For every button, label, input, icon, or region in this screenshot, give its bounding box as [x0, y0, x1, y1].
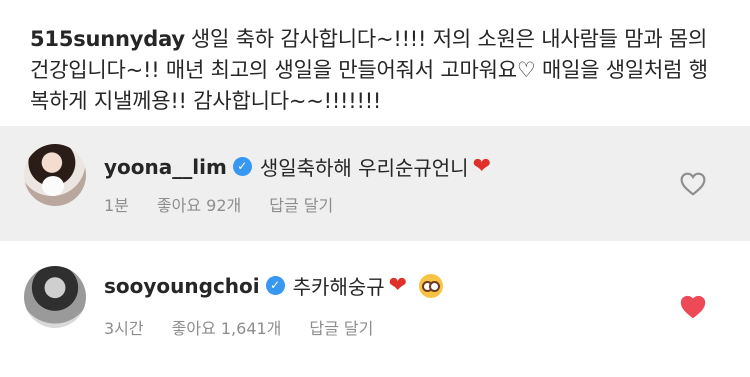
verified-badge-icon: ✓ — [232, 157, 252, 176]
heart-icon[interactable] — [680, 172, 706, 196]
verified-badge-icon: ✓ — [265, 276, 285, 295]
red-heart-emoji: ❤ — [472, 154, 492, 179]
avatar[interactable] — [24, 144, 86, 206]
comment-line: yoona__lim ✓ 생일축하해 우리순규언니 ❤ — [104, 152, 491, 181]
nerd-face-emoji — [419, 273, 444, 298]
comment-text: 생일축하해 우리순규언니 — [259, 156, 469, 180]
comment-item: sooyoungchoi ✓ 추카해숭규 ❤ 3시간 좋아요 1,641개 답글… — [0, 241, 750, 377]
reply-button[interactable]: 답글 달기 — [269, 192, 333, 216]
comment-username[interactable]: sooyoungchoi — [104, 274, 260, 298]
caption-username[interactable]: 515sunnyday — [30, 27, 185, 51]
comment-text: 추카해숭규 — [292, 275, 385, 299]
reply-button[interactable]: 답글 달기 — [309, 315, 373, 339]
comment-time: 1분 — [104, 196, 129, 215]
comment-username[interactable]: yoona__lim — [104, 155, 227, 179]
heart-outline-icon — [680, 172, 706, 196]
heart-icon[interactable] — [680, 295, 706, 319]
comment-line: sooyoungchoi ✓ 추카해숭규 ❤ — [104, 271, 444, 300]
comment-item: yoona__lim ✓ 생일축하해 우리순규언니 ❤ 1분 좋아요 92개 답… — [0, 126, 750, 241]
comment-likes[interactable]: 좋아요 1,641개 — [172, 315, 282, 339]
red-heart-emoji: ❤ — [388, 273, 408, 298]
avatar-photo — [42, 176, 64, 196]
heart-filled-icon — [680, 295, 706, 319]
comment-likes[interactable]: 좋아요 92개 — [157, 192, 241, 216]
post-caption: 515sunnyday 생일 축하 감사합니다~!!!! 저의 소원은 내사람들 … — [30, 24, 720, 117]
comment-meta: 3시간 좋아요 1,641개 답글 달기 — [104, 315, 401, 339]
avatar[interactable] — [24, 266, 86, 328]
comment-time: 3시간 — [104, 319, 144, 338]
comment-meta: 1분 좋아요 92개 답글 달기 — [104, 192, 361, 216]
